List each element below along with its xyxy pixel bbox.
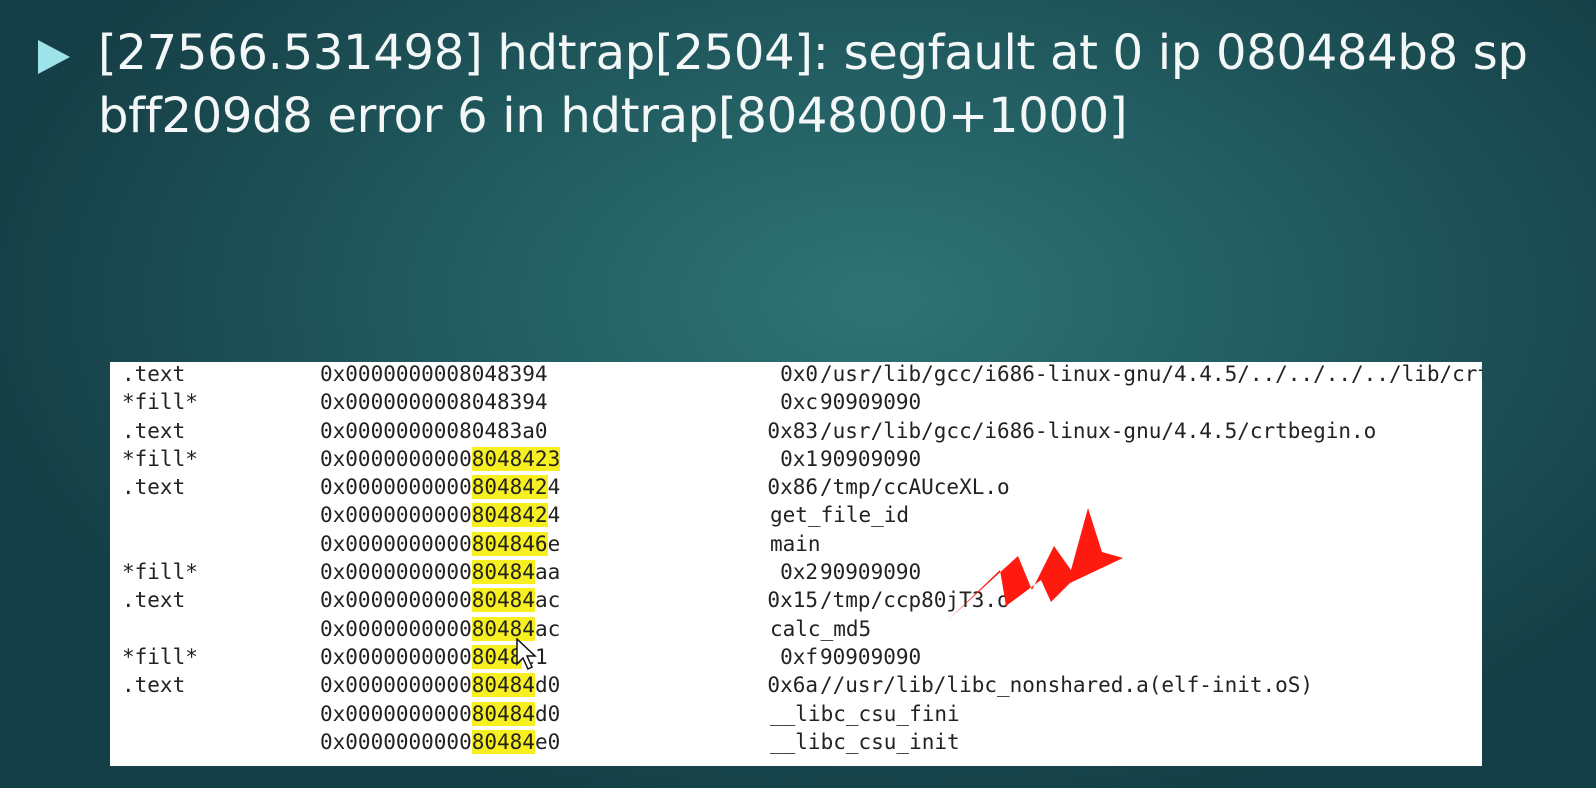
address-highlight: 80484 xyxy=(471,673,535,698)
address: 0x00000000008048424 xyxy=(320,475,561,500)
source-file: 90909090 xyxy=(820,644,922,669)
memory-map-panel: .text 0x0000000008048394 0x0/usr/lib/gcc/i… xyxy=(110,362,1482,766)
source-file: 90909090 xyxy=(820,446,922,471)
address-suffix: ac xyxy=(534,616,561,641)
address-highlight: 80484 xyxy=(471,701,535,726)
address-highlight: 804842 xyxy=(471,503,548,528)
size: 0x86 xyxy=(767,475,818,500)
section-name: .text xyxy=(122,418,186,443)
address-highlight: 8048423 xyxy=(471,446,561,471)
symbol-name: calc_md5 xyxy=(770,616,872,641)
symbol-name: __libc_csu_fini xyxy=(770,701,960,726)
section-name: .text xyxy=(122,362,186,386)
address-suffix: e xyxy=(547,531,561,556)
source-file: //usr/lib/libc_nonshared.a(elf-init.oS) xyxy=(820,673,1314,698)
symbol-name: get_file_id xyxy=(770,503,910,528)
address: 0x00000000008048423 xyxy=(320,446,561,471)
section-name: *fill* xyxy=(122,390,198,415)
address-prefix: 0x0000000000 xyxy=(320,644,472,669)
address: 0x0000000000804846e xyxy=(320,531,561,556)
size: 0x2 xyxy=(780,560,818,585)
section-name: .text xyxy=(122,475,186,500)
address: 0x000000000080484ac xyxy=(320,588,561,613)
address: 0x000000000080484e0 xyxy=(320,729,561,754)
address-suffix: aa xyxy=(534,560,561,585)
address: 0x00000000008048424 xyxy=(320,503,561,528)
address-prefix: 0x0000000000 xyxy=(320,673,472,698)
symbol-name: main xyxy=(770,531,821,556)
address-prefix: 0x0000000000 xyxy=(320,475,472,500)
address-highlight: 80484 xyxy=(471,560,535,585)
address-prefix: 0x0000000000 xyxy=(320,531,472,556)
size: 0xc xyxy=(780,390,818,415)
address-suffix: 4 xyxy=(547,475,561,500)
address-prefix: 0x0000000000 xyxy=(320,729,472,754)
map-row: *fill* 0x00000000008048c1 0xf 90909090 xyxy=(110,644,1482,673)
map-row: 0x000000000080484ac calc_md5 xyxy=(110,616,1482,645)
map-row: .text 0x00000000080483a0 0x83/usr/lib/gcc/… xyxy=(110,419,1482,447)
map-row: .text 0x0000000008048394 0x0/usr/lib/gcc/i… xyxy=(110,362,1482,390)
address-suffix: d0 xyxy=(534,673,561,698)
source-file: /usr/lib/gcc/i686-linux-gnu/4.4.5/../../… xyxy=(820,362,1482,386)
address-suffix: 4 xyxy=(547,503,561,528)
address-highlight: 80484 xyxy=(471,729,535,754)
map-row: 0x000000000080484e0 __libc_csu_init xyxy=(110,729,1482,758)
address: 0x000000000080484d0 xyxy=(320,673,561,698)
size: 0x15 xyxy=(767,588,818,613)
size: 0x6a xyxy=(767,673,818,698)
address: 0x00000000080483a0 xyxy=(320,419,548,443)
map-row: 0x00000000008048424 get_file_id xyxy=(110,503,1482,531)
source-file: 90909090 xyxy=(820,390,922,415)
source-file: /tmp/ccAUceXL.o xyxy=(820,475,1010,500)
memory-map-table: .text 0x0000000008048394 0x0/usr/lib/gcc/i… xyxy=(110,362,1482,758)
address-prefix: 0x00000000080483a0 xyxy=(320,418,548,443)
triangle-bullet-icon xyxy=(38,40,70,74)
address-prefix: 0x0000000008048394 xyxy=(320,362,548,386)
section-name: .text xyxy=(122,673,186,698)
map-row: *fill* 0x00000000008048423 0x1 90909090 xyxy=(110,446,1482,475)
section-name: *fill* xyxy=(122,644,198,669)
size: 0xf xyxy=(780,644,818,669)
address-prefix: 0x0000000000 xyxy=(320,616,472,641)
address-prefix: 0x0000000008048394 xyxy=(320,390,548,415)
map-row: 0x000000000080484d0 __libc_csu_fini xyxy=(110,701,1482,730)
lightning-bolt-icon xyxy=(948,508,1123,620)
address-prefix: 0x0000000000 xyxy=(320,701,472,726)
mouse-cursor-icon xyxy=(516,638,537,671)
section-name: .text xyxy=(122,588,186,613)
address-prefix: 0x0000000000 xyxy=(320,560,472,585)
size: 0x0 xyxy=(780,362,818,386)
address-highlight: 804846 xyxy=(471,531,548,556)
section-name: *fill* xyxy=(122,446,198,471)
address-highlight: 8048 xyxy=(471,644,523,669)
map-row: .text 0x00000000008048424 0x86/tmp/ccAUceX… xyxy=(110,475,1482,503)
address-suffix: ac xyxy=(534,588,561,613)
map-row: .text 0x000000000080484ac 0x15/tmp/ccp80jT… xyxy=(110,588,1482,616)
size: 0x1 xyxy=(780,446,818,471)
size: 0x83 xyxy=(767,418,818,443)
address: 0x0000000008048394 xyxy=(320,362,548,386)
address-highlight: 80484 xyxy=(471,588,535,613)
address-prefix: 0x0000000000 xyxy=(320,588,472,613)
map-row: *fill* 0x000000000080484aa 0x2 90909090 xyxy=(110,560,1482,588)
address: 0x000000000080484aa xyxy=(320,560,561,585)
map-row: 0x0000000000804846e main xyxy=(110,531,1482,560)
address: 0x00000000008048c1 xyxy=(320,644,548,669)
address-suffix: e0 xyxy=(534,729,561,754)
source-file: /usr/lib/gcc/i686-linux-gnu/4.4.5/crtbeg… xyxy=(820,418,1377,443)
address-suffix: d0 xyxy=(534,701,561,726)
address-prefix: 0x0000000000 xyxy=(320,446,472,471)
section-name: *fill* xyxy=(122,560,198,585)
source-file: 90909090 xyxy=(820,560,922,585)
segfault-log-line: [27566.531498] hdtrap[2504]: segfault at… xyxy=(98,25,1528,144)
address: 0x0000000008048394 xyxy=(320,390,548,414)
map-row: *fill* 0x0000000008048394 0xc 90909090 xyxy=(110,390,1482,418)
map-row: .text 0x000000000080484d0 0x6a//usr/lib/li… xyxy=(110,673,1482,701)
symbol-name: __libc_csu_init xyxy=(770,729,960,754)
address-prefix: 0x0000000000 xyxy=(320,503,472,528)
address: 0x000000000080484d0 xyxy=(320,701,561,726)
address-highlight: 804842 xyxy=(471,475,548,500)
